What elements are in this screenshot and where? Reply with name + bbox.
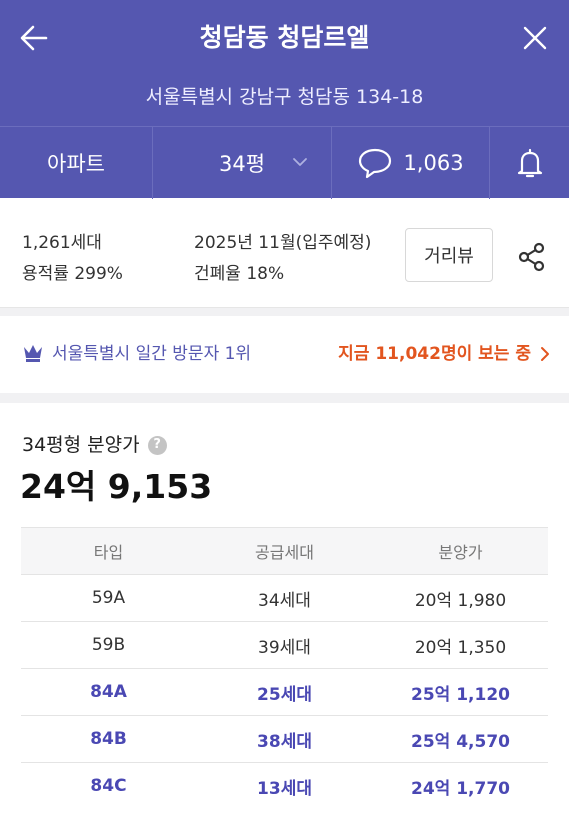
app-header: 청담동 청담르엘 서울특별시 강남구 청담동 134-18 아파트 34평 1,… — [0, 0, 569, 199]
table-row: 59A 34세대 20억 1,980 — [21, 574, 548, 622]
row-price: 25억 4,570 — [373, 715, 548, 763]
street-view-button[interactable]: 거리뷰 — [405, 228, 493, 282]
row-type: 84B — [21, 715, 196, 763]
address: 서울특별시 강남구 청담동 134-18 — [145, 86, 424, 108]
row-supply: 38세대 — [196, 715, 373, 763]
notification-button[interactable] — [490, 127, 569, 199]
coverage-ratio: 건폐율 18% — [194, 264, 285, 284]
info-column-right: 2025년 11월(입주예정) 건폐율 18% — [194, 228, 371, 290]
move-in-date: 2025년 11월(입주예정) — [194, 233, 372, 253]
row-price: 20억 1,350 — [373, 621, 548, 669]
section-divider — [0, 393, 569, 403]
bell-icon — [517, 148, 542, 178]
share-icon[interactable] — [517, 241, 547, 273]
household-count: 1,261세대 — [22, 233, 102, 253]
live-viewers-text: 지금 11,042명이 보는 중 — [338, 344, 531, 364]
sale-price-header: 34평형 분양가 ? — [22, 431, 167, 459]
table-row: 59B 39세대 20억 1,350 — [21, 621, 548, 669]
row-type: 84C — [21, 762, 196, 810]
row-supply: 25세대 — [196, 668, 373, 716]
column-header-type: 타입 — [21, 527, 196, 575]
table-row: 84C 13세대 24억 1,770 — [21, 762, 548, 810]
page-title: 청담동 청담르엘 — [199, 23, 370, 52]
sale-price-value: 24억 9,153 — [20, 467, 213, 506]
visitor-banner[interactable]: 서울특별시 일간 방문자 1위 지금 11,042명이 보는 중 — [0, 316, 569, 393]
chevron-right-icon — [541, 347, 549, 361]
property-type-selector[interactable]: 아파트 — [0, 127, 153, 199]
size-label: 34평 — [218, 152, 266, 176]
comments-button[interactable]: 1,063 — [332, 127, 490, 199]
size-dropdown[interactable]: 34평 — [153, 127, 332, 199]
price-table: 타입 공급세대 분양가 59A 34세대 20억 1,980 59B 39세대 … — [21, 527, 548, 810]
column-header-supply: 공급세대 — [196, 527, 373, 575]
table-row: 84B 38세대 25억 4,570 — [21, 715, 548, 763]
property-type-label: 아파트 — [47, 152, 105, 176]
row-supply: 34세대 — [196, 574, 373, 622]
crown-icon — [24, 345, 42, 362]
filter-bar: 아파트 34평 1,063 — [0, 126, 569, 199]
comment-count: 1,063 — [403, 151, 464, 175]
table-row: 84A 25세대 25억 1,120 — [21, 668, 548, 716]
row-price: 25억 1,120 — [373, 668, 548, 716]
row-type: 84A — [21, 668, 196, 716]
column-header-price: 분양가 — [373, 527, 548, 575]
row-type: 59A — [21, 574, 196, 622]
live-viewers[interactable]: 지금 11,042명이 보는 중 — [338, 340, 551, 368]
help-icon[interactable]: ? — [147, 435, 167, 455]
floor-area-ratio: 용적률 299% — [22, 264, 123, 284]
row-price: 20억 1,980 — [373, 574, 548, 622]
row-price: 24억 1,770 — [373, 762, 548, 810]
chevron-down-icon — [293, 158, 307, 166]
speech-bubble-icon — [359, 148, 392, 179]
info-column-left: 1,261세대 용적률 299% — [22, 228, 123, 290]
row-type: 59B — [21, 621, 196, 669]
section-divider — [0, 308, 569, 316]
visitor-rank: 서울특별시 일간 방문자 1위 — [52, 344, 252, 364]
close-icon[interactable] — [517, 20, 553, 56]
table-header-row: 타입 공급세대 분양가 — [21, 527, 548, 575]
row-supply: 39세대 — [196, 621, 373, 669]
sale-price-label: 34평형 분양가 — [22, 434, 140, 456]
row-supply: 13세대 — [196, 762, 373, 810]
